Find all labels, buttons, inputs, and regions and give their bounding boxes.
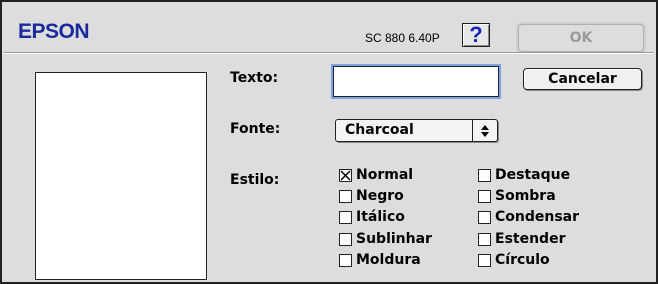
checkbox-condensar-label: Condensar	[495, 209, 580, 225]
checkbox-sublinhar-box[interactable]	[339, 232, 352, 246]
help-button[interactable]: ?	[462, 22, 490, 47]
checkbox-moldura-box[interactable]	[339, 253, 352, 267]
checkbox-destaque-box[interactable]	[478, 168, 491, 182]
up-down-arrows-icon	[472, 120, 497, 141]
checkbox-condensar[interactable]: Condensar	[478, 207, 579, 227]
checkbox-estender[interactable]: Estender	[478, 229, 565, 249]
checkbox-sombra[interactable]: Sombra	[478, 186, 556, 206]
checkbox-destaque[interactable]: Destaque	[478, 165, 570, 185]
checkbox-circulo[interactable]: Círculo	[478, 250, 550, 270]
preview-area	[35, 72, 207, 280]
fonte-label: Fonte:	[230, 121, 281, 137]
checkbox-circulo-box[interactable]	[478, 253, 491, 267]
checkbox-estender-box[interactable]	[478, 232, 491, 246]
checkbox-circulo-label: Círculo	[495, 252, 550, 268]
watermark-dialog: EPSON SC 880 6.40P ? OK Texto: Cancelar …	[0, 0, 658, 284]
checkbox-sublinhar[interactable]: Sublinhar	[339, 229, 432, 249]
checkbox-italico[interactable]: Itálico	[339, 207, 405, 227]
checkbox-negro[interactable]: Negro	[339, 186, 404, 206]
checkbox-normal[interactable]: Normal	[339, 165, 413, 185]
checkbox-sombra-box[interactable]	[478, 189, 491, 203]
font-select[interactable]: Charcoal	[335, 119, 498, 142]
texto-input[interactable]	[333, 66, 499, 97]
cancel-button[interactable]: Cancelar	[523, 68, 642, 90]
checkbox-normal-box[interactable]	[339, 168, 352, 182]
checkbox-moldura-label: Moldura	[356, 252, 421, 268]
checkbox-italico-label: Itálico	[356, 209, 405, 225]
question-mark-icon: ?	[469, 22, 483, 47]
epson-logo: EPSON	[18, 20, 90, 43]
texto-label: Texto:	[230, 70, 279, 86]
checkbox-negro-box[interactable]	[339, 189, 352, 203]
header-divider	[4, 52, 654, 54]
checkbox-negro-label: Negro	[356, 188, 404, 204]
checkbox-sublinhar-label: Sublinhar	[356, 231, 432, 247]
font-select-value: Charcoal	[345, 122, 414, 138]
version-label: SC 880 6.40P	[365, 31, 440, 45]
checkbox-condensar-box[interactable]	[478, 210, 491, 224]
checkbox-normal-label: Normal	[356, 167, 414, 183]
estilo-label: Estilo:	[230, 172, 280, 188]
checkbox-italico-box[interactable]	[339, 210, 352, 224]
checkbox-sombra-label: Sombra	[495, 188, 556, 204]
checkbox-estender-label: Estender	[495, 231, 566, 247]
checkbox-moldura[interactable]: Moldura	[339, 250, 421, 270]
ok-button[interactable]: OK	[518, 24, 644, 52]
checkbox-destaque-label: Destaque	[495, 167, 571, 183]
